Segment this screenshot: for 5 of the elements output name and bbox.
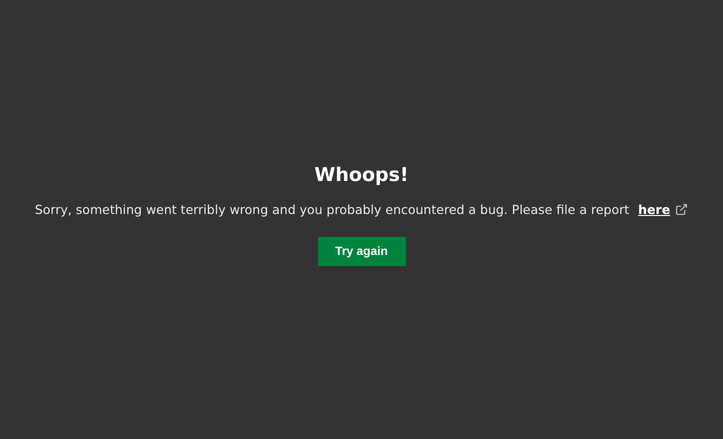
- try-again-button[interactable]: Try again: [318, 236, 406, 266]
- report-link[interactable]: here: [638, 202, 670, 216]
- external-link-icon: [675, 202, 688, 216]
- error-message: Sorry, something went terribly wrong and you probably encountered a bug. Please file a report here: [34, 202, 688, 216]
- error-title: Whoops!: [314, 164, 409, 186]
